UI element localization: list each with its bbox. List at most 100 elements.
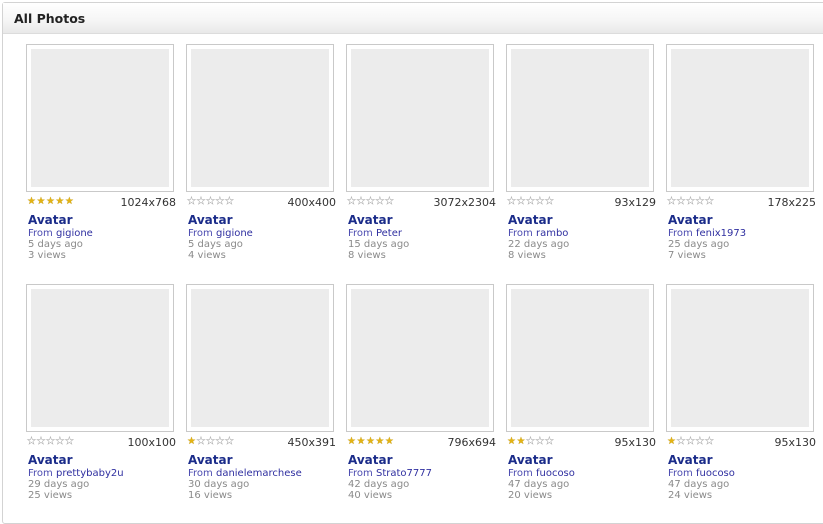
photo-title-link[interactable]: Avatar <box>508 213 662 227</box>
star-icon[interactable]: ★ <box>535 196 545 208</box>
photo-thumbnail[interactable] <box>26 44 174 192</box>
photo-card[interactable]: ★★★★★ 95x130 Avatar From fuocoso 47 days ago… <box>506 284 662 501</box>
star-icon[interactable]: ★ <box>366 196 376 208</box>
photo-thumbnail[interactable] <box>186 284 334 432</box>
star-icon[interactable]: ★ <box>516 196 526 208</box>
star-icon[interactable]: ★ <box>55 436 65 448</box>
star-icon[interactable]: ★ <box>545 436 555 448</box>
owner-link[interactable]: fuocoso <box>696 468 735 479</box>
photo-title-link[interactable]: Avatar <box>348 213 502 227</box>
star-rating[interactable]: ★★★★★ <box>347 436 394 448</box>
star-icon[interactable]: ★ <box>65 436 75 448</box>
photo-thumbnail[interactable] <box>666 284 814 432</box>
photo-card[interactable]: ★★★★★ 3072x2304 Avatar From Peter 15 days ag… <box>346 44 502 261</box>
photo-title-link[interactable]: Avatar <box>508 453 662 467</box>
star-icon[interactable]: ★ <box>385 196 395 208</box>
owner-link[interactable]: gigione <box>56 228 93 239</box>
photo-thumbnail[interactable] <box>346 44 494 192</box>
star-rating[interactable]: ★★★★★ <box>667 196 714 208</box>
photo-thumbnail[interactable] <box>26 284 174 432</box>
star-rating[interactable]: ★★★★★ <box>27 436 74 448</box>
photo-card[interactable]: ★★★★★ 400x400 Avatar From gigione 5 days ago… <box>186 44 342 261</box>
star-icon[interactable]: ★ <box>695 196 705 208</box>
photo-title-link[interactable]: Avatar <box>668 453 822 467</box>
photo-image[interactable] <box>31 289 169 427</box>
photo-title-link[interactable]: Avatar <box>348 453 502 467</box>
star-rating[interactable]: ★★★★★ <box>507 436 554 448</box>
star-icon[interactable]: ★ <box>225 196 235 208</box>
photo-thumbnail[interactable] <box>666 44 814 192</box>
star-rating[interactable]: ★★★★★ <box>507 196 554 208</box>
star-icon[interactable]: ★ <box>535 436 545 448</box>
star-icon[interactable]: ★ <box>526 436 536 448</box>
photo-title-link[interactable]: Avatar <box>188 453 342 467</box>
star-rating[interactable]: ★★★★★ <box>667 436 714 448</box>
photo-image[interactable] <box>31 49 169 187</box>
star-icon[interactable]: ★ <box>46 436 56 448</box>
star-icon[interactable]: ★ <box>545 196 555 208</box>
star-icon[interactable]: ★ <box>705 436 715 448</box>
owner-link[interactable]: Peter <box>376 228 402 239</box>
star-icon[interactable]: ★ <box>366 436 375 447</box>
star-icon[interactable]: ★ <box>526 196 536 208</box>
photo-thumbnail[interactable] <box>346 284 494 432</box>
star-icon[interactable]: ★ <box>356 436 365 447</box>
owner-link[interactable]: prettybaby2u <box>56 468 124 479</box>
owner-link[interactable]: rambo <box>536 228 568 239</box>
photo-title-link[interactable]: Avatar <box>188 213 342 227</box>
photo-card[interactable]: ★★★★★ 450x391 Avatar From danielemarchese 30… <box>186 284 342 501</box>
star-icon[interactable]: ★ <box>676 436 686 448</box>
star-icon[interactable]: ★ <box>375 196 385 208</box>
photo-card[interactable]: ★★★★★ 100x100 Avatar From prettybaby2u 29 da… <box>26 284 182 501</box>
owner-link[interactable]: gigione <box>216 228 253 239</box>
photo-image[interactable] <box>351 289 489 427</box>
photo-card[interactable]: ★★★★★ 1024x768 Avatar From gigione 5 days ag… <box>26 44 182 261</box>
star-rating[interactable]: ★★★★★ <box>347 196 394 208</box>
photo-image[interactable] <box>191 49 329 187</box>
owner-link[interactable]: fenix1973 <box>696 228 746 239</box>
photo-thumbnail[interactable] <box>506 284 654 432</box>
star-icon[interactable]: ★ <box>686 436 696 448</box>
star-icon[interactable]: ★ <box>36 196 45 207</box>
owner-link[interactable]: Strato7777 <box>376 468 432 479</box>
star-rating[interactable]: ★★★★★ <box>187 196 234 208</box>
star-icon[interactable]: ★ <box>375 436 384 447</box>
star-icon[interactable]: ★ <box>215 436 225 448</box>
photo-card[interactable]: ★★★★★ 93x129 Avatar From rambo 22 days ago 8 … <box>506 44 662 261</box>
star-rating[interactable]: ★★★★★ <box>187 436 234 448</box>
star-icon[interactable]: ★ <box>206 196 216 208</box>
photo-title-link[interactable]: Avatar <box>28 213 182 227</box>
owner-link[interactable]: danielemarchese <box>216 468 302 479</box>
star-icon[interactable]: ★ <box>65 196 74 207</box>
photo-title-link[interactable]: Avatar <box>668 213 822 227</box>
photo-thumbnail[interactable] <box>506 44 654 192</box>
star-icon[interactable]: ★ <box>55 196 64 207</box>
photo-image[interactable] <box>671 289 809 427</box>
star-icon[interactable]: ★ <box>46 196 55 207</box>
owner-link[interactable]: fuocoso <box>536 468 575 479</box>
star-icon[interactable]: ★ <box>196 196 206 208</box>
photo-thumbnail[interactable] <box>186 44 334 192</box>
star-icon[interactable]: ★ <box>196 436 206 448</box>
star-icon[interactable]: ★ <box>686 196 696 208</box>
photo-image[interactable] <box>351 49 489 187</box>
star-icon[interactable]: ★ <box>215 196 225 208</box>
star-icon[interactable]: ★ <box>676 196 686 208</box>
star-icon[interactable]: ★ <box>356 196 366 208</box>
star-icon[interactable]: ★ <box>206 436 216 448</box>
star-icon[interactable]: ★ <box>695 436 705 448</box>
star-icon[interactable]: ★ <box>225 436 235 448</box>
photo-image[interactable] <box>511 49 649 187</box>
photo-title-link[interactable]: Avatar <box>28 453 182 467</box>
star-rating[interactable]: ★★★★★ <box>27 196 74 208</box>
star-icon[interactable]: ★ <box>705 196 715 208</box>
photo-image[interactable] <box>191 289 329 427</box>
photo-image[interactable] <box>511 289 649 427</box>
star-icon[interactable]: ★ <box>516 436 525 447</box>
star-icon[interactable]: ★ <box>36 436 46 448</box>
photo-card[interactable]: ★★★★★ 178x225 Avatar From fenix1973 25 days … <box>666 44 822 261</box>
star-icon[interactable]: ★ <box>385 436 394 447</box>
photo-card[interactable]: ★★★★★ 95x130 Avatar From fuocoso 47 days ago… <box>666 284 822 501</box>
photo-card[interactable]: ★★★★★ 796x694 Avatar From Strato7777 42 days… <box>346 284 502 501</box>
photo-image[interactable] <box>671 49 809 187</box>
